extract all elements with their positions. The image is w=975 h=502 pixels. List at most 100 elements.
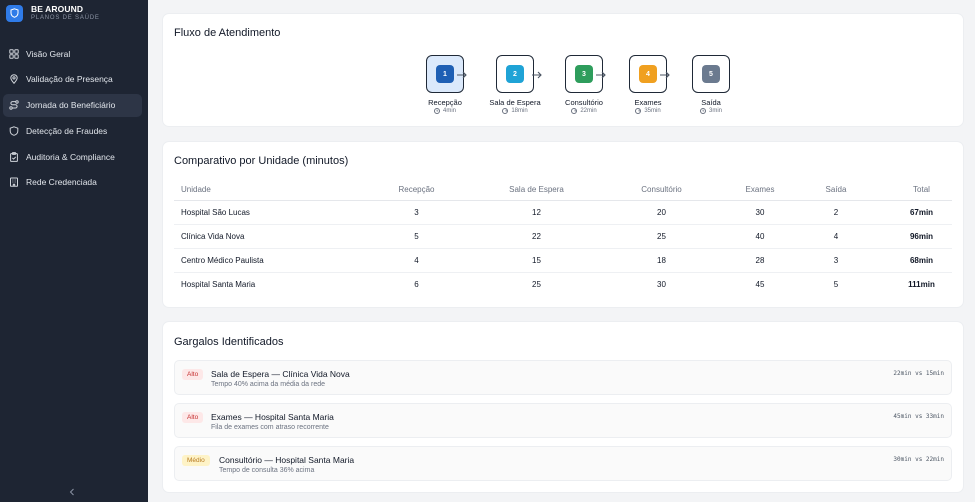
- severity-badge: Médio: [182, 455, 210, 466]
- cell-value: 2: [781, 200, 891, 225]
- arrow-right-icon: [596, 71, 606, 79]
- cell-total: 67min: [891, 200, 952, 225]
- clock-icon: [635, 108, 642, 114]
- cell-value: 22: [489, 224, 584, 249]
- column-header: Sala de Espera: [489, 180, 584, 201]
- sidebar-item-label: Jornada do Beneficiário: [26, 100, 116, 111]
- cell-value: 25: [532, 279, 541, 289]
- route-icon: [9, 100, 19, 110]
- cell-value: 5: [833, 279, 839, 289]
- step-number: 1: [436, 65, 454, 83]
- clock-icon: [433, 108, 440, 114]
- cell-unit: Centro Médico Paulista: [174, 248, 344, 273]
- flow-step-sala-espera[interactable]: 2 Sala de Espera 18min: [485, 55, 545, 114]
- sidebar-item-auditoria[interactable]: Auditoria & Compliance: [3, 145, 142, 168]
- main-content: Fluxo de Atendimento 1 Recepção 4min 2 S…: [148, 0, 975, 502]
- cell-value: 25: [584, 224, 739, 249]
- building-icon: [9, 177, 19, 188]
- bottleneck-description: Tempo de consulta 36% acima: [219, 467, 315, 474]
- cell-unit: Clínica Vida Nova: [174, 224, 344, 249]
- sidebar-item-rede[interactable]: Rede Credenciada: [3, 171, 142, 194]
- sidebar-item-label: Validação de Presença: [26, 74, 113, 85]
- cell-total: 96min: [891, 224, 952, 249]
- flow-card: Fluxo de Atendimento 1 Recepção 4min 2 S…: [162, 13, 964, 127]
- comparison-card: Comparativo por Unidade (minutos) Unidad…: [162, 141, 964, 308]
- severity-badge: Alto: [182, 412, 204, 423]
- step-time: 35min: [618, 108, 678, 114]
- bottlenecks-title: Gargalos Identificados: [174, 336, 284, 348]
- table-row[interactable]: Centro Médico Paulista 4 15 18 28 3 68mi…: [174, 248, 952, 273]
- clock-icon: [699, 108, 706, 114]
- cell-value: 45: [755, 279, 765, 289]
- bottleneck-title: Sala de Espera — Clínica Vida Nova: [211, 369, 350, 379]
- column-header: Total: [891, 180, 952, 201]
- cell-value: 4: [781, 224, 891, 249]
- cell-value: 30: [657, 279, 666, 289]
- shield-icon: [9, 126, 19, 136]
- flow-step-saida[interactable]: 5 Saída 3min: [681, 55, 741, 114]
- sidebar-item-label: Visão Geral: [26, 48, 71, 59]
- bottleneck-description: Fila de exames com atraso recorrente: [211, 424, 329, 431]
- cell-value: 15: [489, 248, 584, 273]
- sidebar-nav: Visão Geral Validação de Presença Jornad…: [0, 42, 148, 194]
- cell-value: 4: [344, 248, 489, 273]
- step-number: 5: [702, 65, 720, 83]
- bottleneck-compare: 22min vs 15min: [893, 370, 944, 377]
- brand-subtitle: PLANOS DE SAÚDE: [31, 15, 100, 22]
- bottleneck-item[interactable]: Alto Exames — Hospital Santa Maria Fila …: [174, 403, 952, 438]
- flow-step-consultorio[interactable]: 3 Consultório 22min: [554, 55, 614, 114]
- column-header: Exames: [739, 180, 781, 201]
- table-row[interactable]: Clínica Vida Nova 5 22 25 40 4 96min: [174, 224, 952, 249]
- sidebar-item-validacao[interactable]: Validação de Presença: [3, 68, 142, 91]
- bottleneck-description: Tempo 40% acima da média da rede: [211, 381, 326, 388]
- collapse-sidebar-button[interactable]: [66, 486, 78, 498]
- flow-steps: 1 Recepção 4min 2 Sala de Espera 18min 3…: [163, 55, 963, 117]
- table-row[interactable]: Hospital São Lucas 3 12 20 30 2 67min: [174, 200, 952, 225]
- sidebar-item-label: Detecção de Fraudes: [26, 125, 108, 136]
- step-box: 5: [692, 55, 730, 93]
- brand[interactable]: BE AROUND PLANOS DE SAÚDE: [0, 0, 148, 26]
- sidebar-item-label: Rede Credenciada: [26, 177, 97, 188]
- sidebar-item-jornada[interactable]: Jornada do Beneficiário: [3, 93, 142, 117]
- bottleneck-title: Exames — Hospital Santa Maria: [211, 412, 334, 422]
- bottleneck-item[interactable]: Médio Consultório — Hospital Santa Maria…: [174, 446, 952, 481]
- sidebar-item-label: Auditoria & Compliance: [26, 151, 115, 162]
- cell-value: 40: [739, 224, 781, 249]
- arrow-right-icon: [457, 71, 467, 79]
- column-header: Recepção: [344, 180, 489, 201]
- grid-icon: [9, 48, 19, 59]
- sidebar: BE AROUND PLANOS DE SAÚDE Visão Geral Va…: [0, 0, 148, 502]
- table-row[interactable]: Hospital Santa Maria 6 25 30 45 5 111min: [174, 272, 952, 296]
- cell-unit: Hospital São Lucas: [174, 200, 344, 225]
- step-time-value: 22min: [580, 108, 597, 114]
- step-number: 2: [506, 65, 524, 83]
- step-time-value: 3min: [708, 108, 722, 114]
- cell-value: 3: [344, 200, 489, 225]
- step-time: 3min: [681, 108, 741, 114]
- flow-title: Fluxo de Atendimento: [174, 27, 281, 39]
- clock-icon: [571, 108, 578, 114]
- column-header: Consultório: [584, 180, 739, 201]
- location-pin-icon: [9, 74, 19, 85]
- bottleneck-item[interactable]: Alto Sala de Espera — Clínica Vida Nova …: [174, 360, 952, 395]
- chevron-left-icon: [69, 488, 74, 496]
- cell-unit: Hospital Santa Maria: [181, 279, 256, 289]
- cell-value: 12: [489, 200, 584, 225]
- sidebar-item-visao-geral[interactable]: Visão Geral: [3, 42, 142, 65]
- step-label: Sala de Espera: [489, 98, 541, 107]
- step-label: Saída: [701, 98, 721, 107]
- column-header: Saída: [781, 180, 891, 201]
- flow-step-exames[interactable]: 4 Exames 35min: [618, 55, 678, 114]
- severity-badge: Alto: [182, 369, 204, 380]
- step-label: Recepção: [428, 98, 462, 107]
- sidebar-item-fraudes[interactable]: Detecção de Fraudes: [3, 119, 142, 142]
- step-time: 18min: [485, 108, 545, 114]
- step-time: 22min: [554, 108, 614, 114]
- step-label: Consultório: [565, 98, 603, 107]
- step-time-value: 18min: [511, 108, 528, 114]
- cell-value: 18: [584, 248, 739, 273]
- flow-step-recepcao[interactable]: 1 Recepção 4min: [415, 55, 475, 114]
- arrow-right-icon: [532, 71, 542, 79]
- step-time: 4min: [415, 108, 475, 114]
- step-time-value: 35min: [644, 108, 661, 114]
